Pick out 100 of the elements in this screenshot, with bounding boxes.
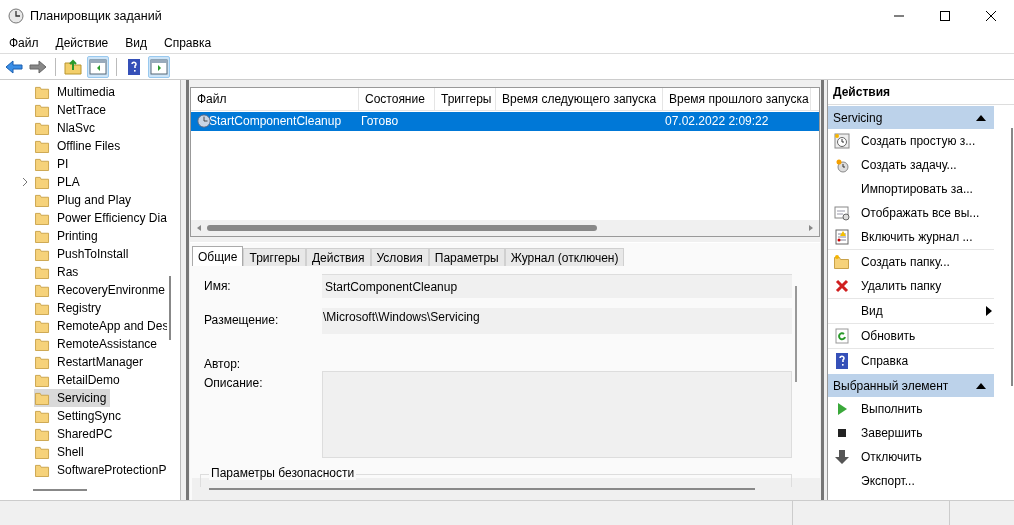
close-icon[interactable] <box>986 11 996 21</box>
action-item[interactable]: Обновить <box>861 329 916 343</box>
tree-item[interactable]: Offline Files <box>34 137 125 155</box>
tree-item[interactable]: Printing <box>34 227 102 245</box>
tree-item[interactable]: Ras <box>34 263 83 281</box>
action-item[interactable]: Включить журнал ... <box>861 230 973 244</box>
tree-item[interactable]: NetTrace <box>34 101 110 119</box>
tree-item[interactable]: PLA <box>34 173 84 191</box>
folder-icon <box>35 301 50 315</box>
tree-item[interactable]: Multimedia <box>34 83 120 101</box>
panel-icon[interactable] <box>87 55 109 78</box>
scrollbar-thumb[interactable] <box>207 225 597 231</box>
tree-item[interactable]: Servicing <box>34 389 111 407</box>
help-icon <box>834 353 850 369</box>
folder-icon <box>35 265 50 279</box>
action-item[interactable]: Создать простую з... <box>861 134 976 148</box>
scrollbar-thumb[interactable] <box>209 488 755 490</box>
calendar-icon <box>834 205 850 221</box>
tree-item[interactable]: PI <box>34 155 73 173</box>
column-header[interactable]: Время следующего запуска <box>496 88 663 110</box>
action-item[interactable]: Создать задачу... <box>861 158 957 172</box>
tree-item[interactable]: RestartManager <box>34 353 148 371</box>
action-item[interactable]: Справка <box>861 354 909 368</box>
folder-icon <box>35 445 50 459</box>
tab[interactable]: Действия <box>305 248 371 266</box>
scrollbar-thumb[interactable] <box>1011 128 1013 386</box>
action-item[interactable]: Отключить <box>861 450 922 464</box>
tree-item[interactable]: Shell <box>34 443 88 461</box>
input-field[interactable]: StartComponentCleanup <box>322 274 792 298</box>
scrollbar-thumb[interactable] <box>795 286 797 382</box>
folder-icon <box>35 283 50 297</box>
chevron-icon[interactable] <box>21 177 29 187</box>
scrollbar-thumb[interactable] <box>33 489 87 491</box>
field-label: Размещение: <box>204 312 280 327</box>
folder-icon <box>35 103 50 117</box>
collapse-icon[interactable] <box>976 382 986 389</box>
folder-icon <box>35 373 50 387</box>
group-title: Параметры безопасности <box>209 466 357 480</box>
clock-icon <box>8 8 24 24</box>
tab[interactable]: Параметры <box>428 248 505 266</box>
tree-item[interactable]: PushToInstall <box>34 245 133 263</box>
column-header[interactable]: Файл <box>191 88 359 110</box>
panel-title: Действия <box>828 80 1014 105</box>
tree-item[interactable]: SoftwareProtectionP <box>34 461 167 479</box>
scrollbar-thumb[interactable] <box>169 276 171 340</box>
down-arrow-icon <box>834 449 850 465</box>
column-header[interactable]: Состояние <box>359 88 435 110</box>
folder-icon <box>35 337 50 351</box>
tree-item[interactable]: RemoteAssistance <box>34 335 162 353</box>
column-header[interactable]: Время прошлого запуска <box>663 88 811 110</box>
action-item[interactable]: Отображать все вы... <box>861 206 980 220</box>
field-label: Имя: <box>204 278 232 293</box>
action-item[interactable]: Импортировать за... <box>861 182 973 196</box>
menu-item[interactable]: Справка <box>164 35 212 50</box>
clock-icon <box>834 133 850 149</box>
tree-item[interactable]: SettingSync <box>34 407 126 425</box>
scroll-right-icon[interactable] <box>807 224 815 232</box>
menu-item[interactable]: Действие <box>55 35 109 50</box>
collapse-icon[interactable] <box>976 114 986 121</box>
section-header[interactable]: Servicing <box>828 106 994 129</box>
scroll-left-icon[interactable] <box>195 224 203 232</box>
action-item[interactable]: Завершить <box>861 426 923 440</box>
tab[interactable]: Общие <box>192 246 244 266</box>
action-item[interactable]: Выполнить <box>861 402 923 416</box>
table-row[interactable]: StartComponentCleanup Готово 07.02.2022 2:09:22 <box>191 111 819 131</box>
folder-icon <box>35 463 50 477</box>
action-item[interactable]: Создать папку... <box>861 255 950 269</box>
action-item[interactable]: Экспорт... <box>861 474 915 488</box>
menu-item[interactable]: Файл <box>9 35 39 50</box>
folder-icon <box>35 229 50 243</box>
menu-item[interactable]: Вид <box>125 35 147 50</box>
action-item[interactable]: Вид <box>861 304 883 318</box>
tab[interactable]: Журнал (отключен) <box>504 248 625 266</box>
folder-icon <box>35 211 50 225</box>
log-icon <box>834 229 850 245</box>
folder-icon <box>35 157 50 171</box>
tree-item[interactable]: RecoveryEnvironme <box>34 281 167 299</box>
clock-icon <box>834 157 850 173</box>
action-item[interactable]: Удалить папку <box>861 279 942 293</box>
maximize-icon[interactable] <box>940 11 950 21</box>
folder-icon <box>35 427 50 441</box>
delete-icon <box>834 278 850 294</box>
window-title: Планировщик заданий <box>30 9 162 23</box>
folder-icon <box>35 355 50 369</box>
column-header[interactable]: Триггеры <box>435 88 496 110</box>
section-header[interactable]: Выбранный элемент <box>828 374 994 397</box>
folder-icon <box>35 139 50 153</box>
tab[interactable]: Условия <box>370 248 429 266</box>
input-field[interactable]: \Microsoft\Windows\Servicing <box>322 308 792 334</box>
tree-item[interactable]: SharedPC <box>34 425 117 443</box>
tree-item[interactable]: RetailDemo <box>34 371 124 389</box>
tree-item[interactable]: Plug and Play <box>34 191 136 209</box>
tab[interactable]: Триггеры <box>243 248 306 266</box>
tree-item[interactable]: NlaSvc <box>34 119 99 137</box>
tree-item[interactable]: Registry <box>34 299 105 317</box>
folder-icon <box>35 247 50 261</box>
refresh-icon <box>834 328 850 344</box>
folder-icon <box>35 319 50 333</box>
folder-icon <box>834 254 850 270</box>
tree-item[interactable]: Power Efficiency Dia <box>34 209 167 227</box>
